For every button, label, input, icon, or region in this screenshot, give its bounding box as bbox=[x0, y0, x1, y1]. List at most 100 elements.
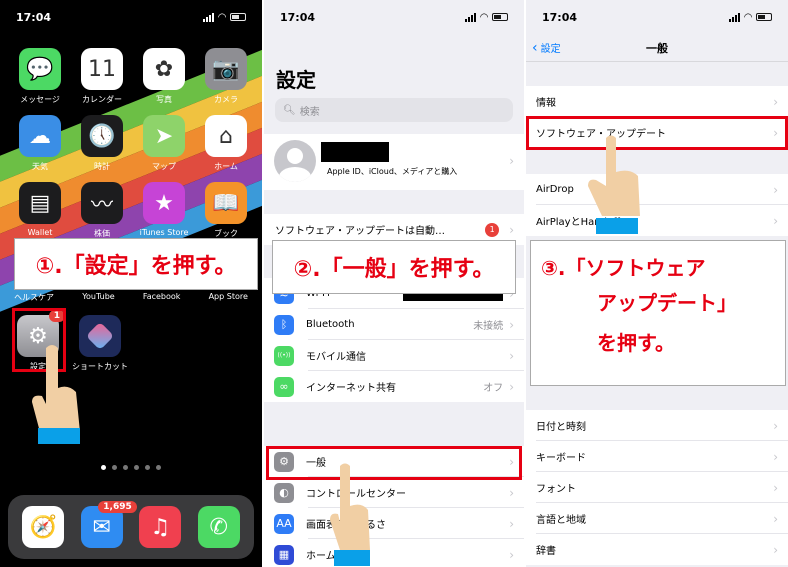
row-label: 言語と地域 bbox=[536, 515, 586, 526]
healthcare-label: ヘルスケア bbox=[14, 293, 55, 302]
chevron-right-icon: › bbox=[509, 547, 514, 562]
app-messages[interactable]: 💬 メッセージ bbox=[12, 48, 68, 105]
signal-icon bbox=[729, 12, 741, 22]
row-label: 日付と時刻 bbox=[536, 422, 586, 433]
display-icon: AA bbox=[274, 513, 294, 534]
app-label: ホーム bbox=[214, 162, 238, 171]
app-photos[interactable]: ✿ 写真 bbox=[136, 48, 192, 105]
app-clock[interactable]: 🕔 時計 bbox=[74, 115, 130, 172]
app-camera[interactable]: 📷 カメラ bbox=[198, 48, 254, 105]
battery-icon bbox=[756, 13, 772, 21]
settings-row[interactable]: AirPlayとHandoff › bbox=[526, 205, 788, 236]
settings-row[interactable]: 情報 › bbox=[526, 86, 788, 117]
callout-line-3: を押す。 bbox=[597, 331, 675, 355]
row-label: キーボード bbox=[536, 453, 586, 464]
facebook-label: Facebook bbox=[142, 292, 181, 301]
page-title: 設定 bbox=[276, 68, 316, 92]
app-itunes-store[interactable]: ★ iTunes Store bbox=[136, 182, 192, 237]
wifi-status-icon: ◠ bbox=[744, 11, 752, 23]
settings-row[interactable]: ▦ ホーム画面 › bbox=[264, 539, 524, 567]
update-badge: 1 bbox=[485, 222, 500, 237]
settings-row[interactable]: 言語と地域 › bbox=[526, 503, 788, 534]
signal-icon bbox=[203, 12, 215, 22]
stocks-icon: 〰 bbox=[81, 182, 123, 224]
row-label: AirPlayとHandoff bbox=[536, 217, 620, 228]
settings-row[interactable]: ((•)) モバイル通信 › bbox=[264, 340, 524, 371]
row-label: 辞書 bbox=[536, 546, 556, 557]
app-maps[interactable]: ➤ マップ bbox=[136, 115, 192, 172]
chevron-left-icon: ‹ bbox=[532, 39, 538, 56]
app-wallet[interactable]: ▤ Wallet bbox=[12, 182, 68, 237]
app-books[interactable]: 📖 ブック bbox=[198, 182, 254, 239]
nav-title: 一般 bbox=[646, 41, 668, 55]
app-stocks[interactable]: 〰株価 bbox=[74, 182, 130, 239]
app-home[interactable]: ⌂ ホーム bbox=[198, 115, 254, 172]
app-calendar[interactable]: 11 カレンダー bbox=[74, 48, 130, 105]
step2-callout: ②.「一般」を押す。 bbox=[272, 240, 516, 294]
battery-icon bbox=[230, 13, 246, 21]
settings-row[interactable]: フォント › bbox=[526, 472, 788, 503]
page-indicator[interactable] bbox=[0, 465, 262, 470]
search-placeholder: 検索 bbox=[299, 106, 320, 118]
software-update-highlight-box bbox=[526, 116, 788, 150]
settings-row[interactable]: ∞ インターネット共有 オフ › bbox=[264, 371, 524, 402]
safari-icon[interactable]: 🧭 bbox=[22, 506, 65, 548]
chevron-right-icon: › bbox=[773, 182, 778, 197]
music-icon[interactable]: ♫ bbox=[139, 506, 182, 548]
page-dot[interactable] bbox=[156, 465, 161, 470]
pointing-hand-icon bbox=[32, 345, 80, 444]
settings-row[interactable]: 辞書 › bbox=[526, 534, 788, 565]
maps-icon: ➤ bbox=[143, 115, 185, 157]
app-weather[interactable]: ☁ 天気 bbox=[12, 115, 68, 172]
step3-callout: ③.「ソフトウェア アップデート」 を押す。 bbox=[530, 240, 786, 386]
back-button[interactable]: ‹ 設定 bbox=[532, 40, 561, 56]
page-dot[interactable] bbox=[145, 465, 150, 470]
chevron-right-icon: › bbox=[773, 213, 778, 228]
settings-row[interactable]: キーボード › bbox=[526, 441, 788, 472]
app-label: 時計 bbox=[94, 162, 110, 171]
hotspot-icon: ∞ bbox=[274, 376, 294, 397]
hidden-app-labels-row: ヘルスケア YouTube Facebook App Store bbox=[0, 292, 262, 303]
airdrop-group: AirDrop › AirPlayとHandoff › bbox=[526, 174, 788, 236]
app-label: 天気 bbox=[32, 162, 48, 171]
avatar bbox=[274, 140, 316, 182]
app-store-label: App Store bbox=[208, 292, 248, 301]
page-dot[interactable] bbox=[112, 465, 117, 470]
chevron-right-icon: › bbox=[773, 449, 778, 464]
chevron-right-icon: › bbox=[773, 418, 778, 433]
apple-id-row[interactable]: Apple ID、iCloud、メディアと購入 › bbox=[264, 134, 524, 190]
page-dot[interactable] bbox=[101, 465, 106, 470]
settings-row[interactable]: ◐ コントロールセンター › bbox=[264, 477, 524, 508]
settings-row[interactable]: AirDrop › bbox=[526, 174, 788, 205]
row-label: インターネット共有 bbox=[306, 383, 396, 394]
software-update-label: ソフトウェア・アップデートは自動… bbox=[275, 226, 445, 237]
page-dot[interactable] bbox=[134, 465, 139, 470]
search-input[interactable]: 🔍︎ 検索 bbox=[275, 98, 513, 122]
search-icon: 🔍︎ bbox=[283, 104, 296, 116]
home-icon: ⌂ bbox=[205, 115, 247, 157]
chevron-right-icon: › bbox=[509, 317, 514, 332]
settings-row[interactable]: AA画面表示と明るさ› bbox=[264, 508, 524, 539]
row-value: 未接続 bbox=[473, 321, 504, 332]
messages-icon: 💬 bbox=[19, 48, 61, 90]
page-dot[interactable] bbox=[123, 465, 128, 470]
chevron-right-icon: › bbox=[509, 379, 514, 394]
cellular-icon: ((•)) bbox=[274, 345, 294, 366]
chevron-right-icon: › bbox=[509, 516, 514, 531]
general-panel: 17:04 ◠ ‹ 設定 一般 情報 › ソフトウェア・アップデート › AirDrop… bbox=[526, 0, 788, 567]
mail-badge: 1,695 bbox=[98, 501, 137, 513]
settings-row[interactable]: ᛒ Bluetooth 未接続 › bbox=[264, 309, 524, 340]
wallet-icon: ▤ bbox=[19, 182, 61, 224]
pointing-hand-icon bbox=[330, 463, 370, 566]
mail-icon[interactable]: ✉ 1,695 bbox=[80, 501, 137, 548]
app-label: カレンダー bbox=[82, 95, 122, 104]
chevron-right-icon: › bbox=[773, 511, 778, 526]
settings-row[interactable]: 日付と時刻 › bbox=[526, 410, 788, 441]
pointing-hand-icon bbox=[588, 135, 640, 234]
phone-icon[interactable]: ✆ bbox=[197, 506, 240, 548]
status-bar: 17:04 ◠ bbox=[16, 8, 246, 26]
home-screen-panel: 17:04 ◠ 💬 メッセージ 11 カレンダー ✿ 写真 📷 カメラ ☁ 天気 🕔 時計 ➤ マップ ⌂ ホ… bbox=[0, 0, 262, 567]
callout-line-2: アップデート」 bbox=[597, 291, 737, 315]
app-label: マップ bbox=[152, 162, 176, 171]
chevron-right-icon: › bbox=[773, 542, 778, 557]
